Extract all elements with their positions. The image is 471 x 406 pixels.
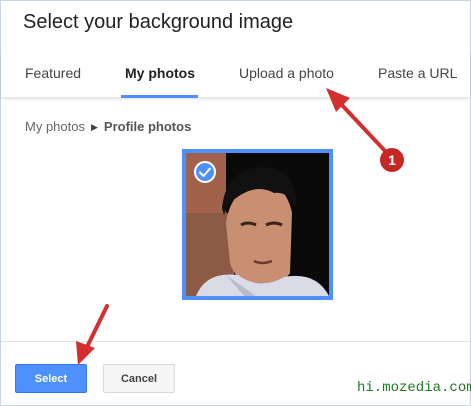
tab-paste-url[interactable]: Paste a URL (378, 65, 457, 81)
tab-my-photos[interactable]: My photos (125, 65, 195, 81)
check-icon (199, 167, 211, 177)
breadcrumb-root[interactable]: My photos (25, 119, 85, 134)
tab-featured[interactable]: Featured (25, 65, 81, 81)
footer-divider (1, 341, 470, 342)
tab-bar: Featured My photos Upload a photo Paste … (1, 51, 470, 98)
dialog-title: Select your background image (23, 11, 294, 33)
breadcrumb-current: Profile photos (103, 119, 192, 134)
background-image-dialog: Select your background image Featured My… (0, 0, 471, 406)
select-button[interactable]: Select (15, 364, 87, 393)
breadcrumb: My photos ▶ Profile photos (25, 119, 191, 134)
selected-check-badge (194, 161, 216, 183)
photo-thumbnail[interactable] (182, 149, 333, 300)
watermark: hi.mozedia.com (357, 380, 471, 396)
tab-upload-photo[interactable]: Upload a photo (239, 65, 334, 81)
chevron-right-icon: ▶ (90, 122, 98, 132)
active-tab-indicator (121, 95, 198, 98)
annotation-step-badge: 1 (380, 148, 404, 172)
cancel-button[interactable]: Cancel (103, 364, 175, 393)
